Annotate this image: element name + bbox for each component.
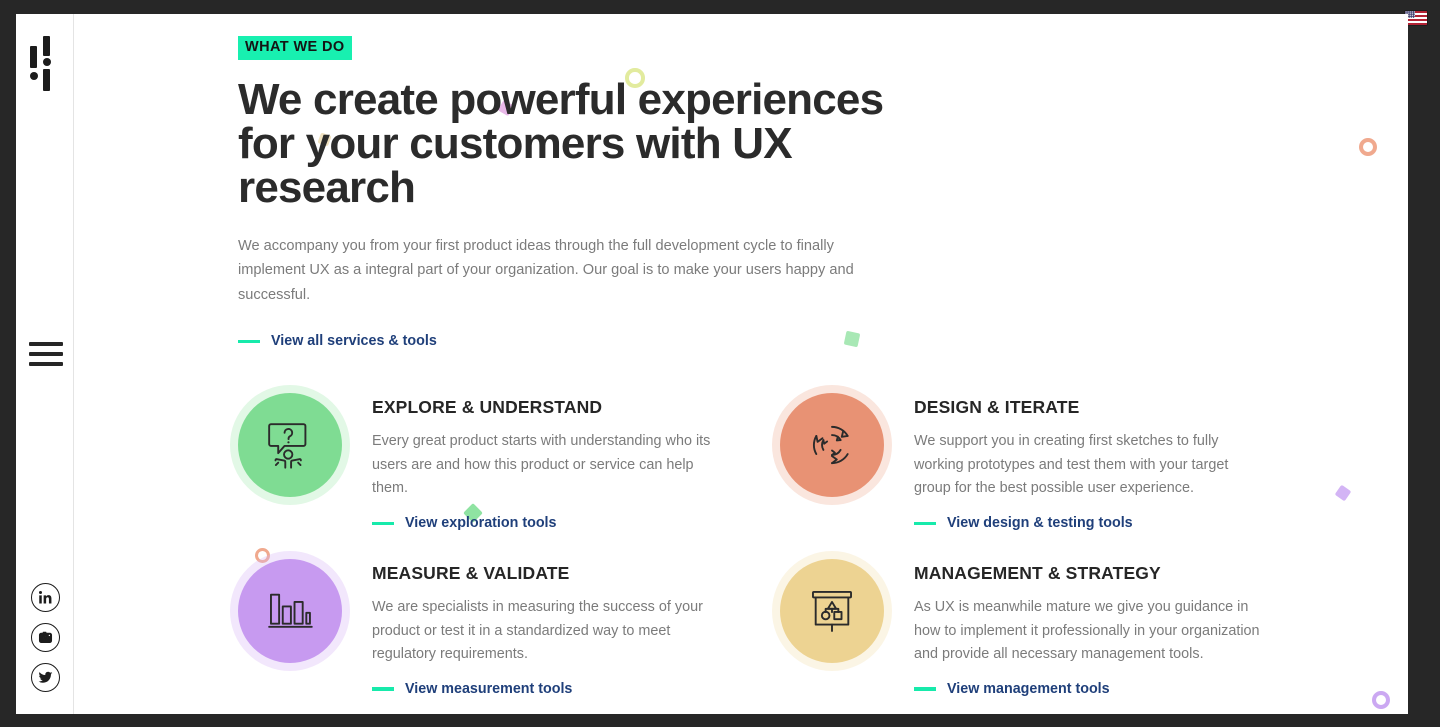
view-exploration-tools-link[interactable]: View exploration tools <box>372 515 556 531</box>
main-content: WHAT WE DO We create powerful experience… <box>74 14 1408 714</box>
link-dash-icon <box>914 521 936 525</box>
menu-line-2 <box>29 352 63 356</box>
browser-window: WHAT WE DO We create powerful experience… <box>0 0 1440 727</box>
service-card-measure[interactable]: MEASURE & VALIDATE We are specialists in… <box>238 553 778 697</box>
menu-line-1 <box>29 342 63 346</box>
explore-card-body: EXPLORE & UNDERSTAND Every great product… <box>372 387 720 531</box>
left-sidebar <box>16 14 74 714</box>
logo-bar-right-bottom <box>43 69 50 91</box>
view-measurement-tools-link[interactable]: View measurement tools <box>372 681 572 697</box>
measure-card-title: MEASURE & VALIDATE <box>372 563 570 584</box>
view-all-services-link[interactable]: View all services & tools <box>238 333 437 349</box>
link-dash-icon <box>238 339 260 343</box>
social-links <box>31 583 60 692</box>
view-management-tools-link[interactable]: View management tools <box>914 681 1110 697</box>
measure-icon-circle <box>238 559 342 664</box>
view-measurement-tools-label: View measurement tools <box>405 681 573 698</box>
menu-line-3 <box>29 362 63 366</box>
view-all-services-label: View all services & tools <box>271 333 437 350</box>
page-canvas: WHAT WE DO We create powerful experience… <box>16 14 1408 714</box>
management-icon-circle <box>780 559 884 664</box>
management-card-body: MANAGEMENT & STRATEGY As UX is meanwhile… <box>914 553 1262 697</box>
site-logo[interactable] <box>30 36 64 92</box>
presentation-board-icon <box>812 591 852 633</box>
page-title: We create powerful experiences for your … <box>238 74 884 212</box>
logo-bar-left <box>30 46 37 68</box>
explore-card-desc: Every great product starts with understa… <box>372 433 711 496</box>
design-card-title: DESIGN & ITERATE <box>914 397 1080 418</box>
design-card-body: DESIGN & ITERATE We support you in creat… <box>914 387 1262 531</box>
design-card-desc: We support you in creating first sketche… <box>914 433 1229 496</box>
hamburger-menu-icon[interactable] <box>29 342 63 366</box>
service-card-design[interactable]: DESIGN & ITERATE We support you in creat… <box>780 387 1320 531</box>
question-speech-bubble-icon <box>268 423 307 469</box>
logo-dot-right <box>43 58 51 66</box>
service-cards-grid: EXPLORE & UNDERSTAND Every great product… <box>238 387 1408 697</box>
linkedin-icon[interactable] <box>31 583 60 612</box>
explore-icon-circle <box>238 393 342 498</box>
measure-card-desc: We are specialists in measuring the succ… <box>372 599 703 662</box>
view-design-testing-tools-link[interactable]: View design & testing tools <box>914 515 1133 531</box>
link-dash-icon <box>372 687 394 691</box>
explore-card-title: EXPLORE & UNDERSTAND <box>372 397 603 418</box>
service-card-explore[interactable]: EXPLORE & UNDERSTAND Every great product… <box>238 387 778 531</box>
logo-bar-right-top <box>43 36 50 56</box>
service-card-management[interactable]: MANAGEMENT & STRATEGY As UX is meanwhile… <box>780 553 1320 697</box>
circular-arrows-icon <box>812 426 849 465</box>
section-eyebrow-badge: WHAT WE DO <box>238 36 352 60</box>
us-flag-icon[interactable] <box>1405 11 1427 25</box>
management-card-title: MANAGEMENT & STRATEGY <box>914 563 1161 584</box>
design-icon-circle <box>780 393 884 498</box>
bar-chart-icon <box>268 593 313 629</box>
view-management-tools-label: View management tools <box>947 681 1110 698</box>
instagram-icon[interactable] <box>31 623 60 652</box>
twitter-icon[interactable] <box>31 663 60 692</box>
link-dash-icon <box>372 521 394 525</box>
management-card-desc: As UX is meanwhile mature we give you gu… <box>914 599 1260 662</box>
view-exploration-tools-label: View exploration tools <box>405 515 557 532</box>
intro-paragraph: We accompany you from your first product… <box>238 237 854 303</box>
view-design-testing-tools-label: View design & testing tools <box>947 515 1133 532</box>
logo-dot-left <box>30 72 38 80</box>
measure-card-body: MEASURE & VALIDATE We are specialists in… <box>372 553 720 697</box>
link-dash-icon <box>914 687 936 691</box>
